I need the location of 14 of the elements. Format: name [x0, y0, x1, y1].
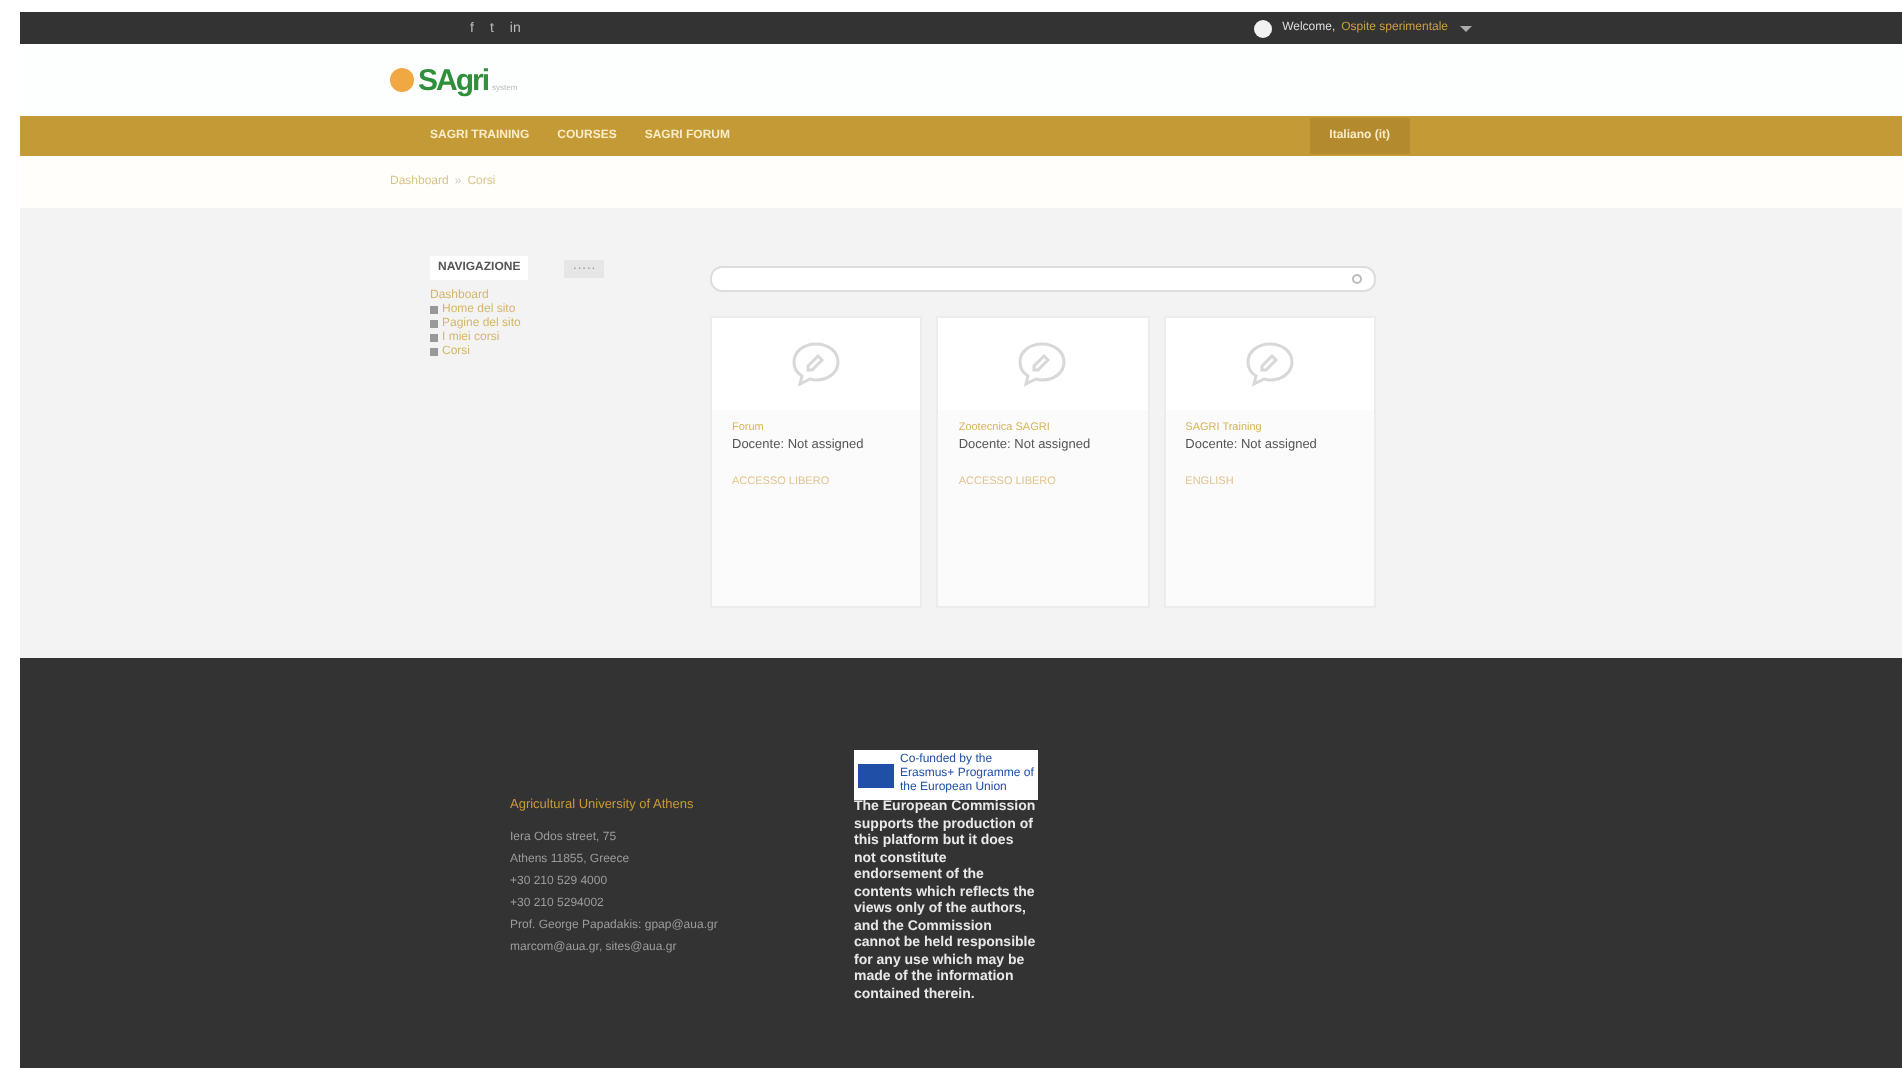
logo-text[interactable]: SAgri — [418, 63, 489, 97]
chat-icon — [1016, 340, 1069, 388]
chat-icon — [1243, 340, 1296, 388]
logo-icon — [390, 68, 414, 92]
avatar-icon — [1254, 19, 1273, 37]
bullet-icon — [430, 320, 438, 328]
flag-icon — [858, 763, 894, 787]
chat-icon — [790, 340, 843, 388]
search-field[interactable] — [710, 266, 1376, 292]
caret-icon — [1460, 25, 1472, 37]
bullet-icon — [430, 348, 438, 356]
bullet-icon — [430, 334, 438, 342]
search-icon — [1352, 274, 1362, 284]
bullet-icon — [430, 306, 438, 314]
